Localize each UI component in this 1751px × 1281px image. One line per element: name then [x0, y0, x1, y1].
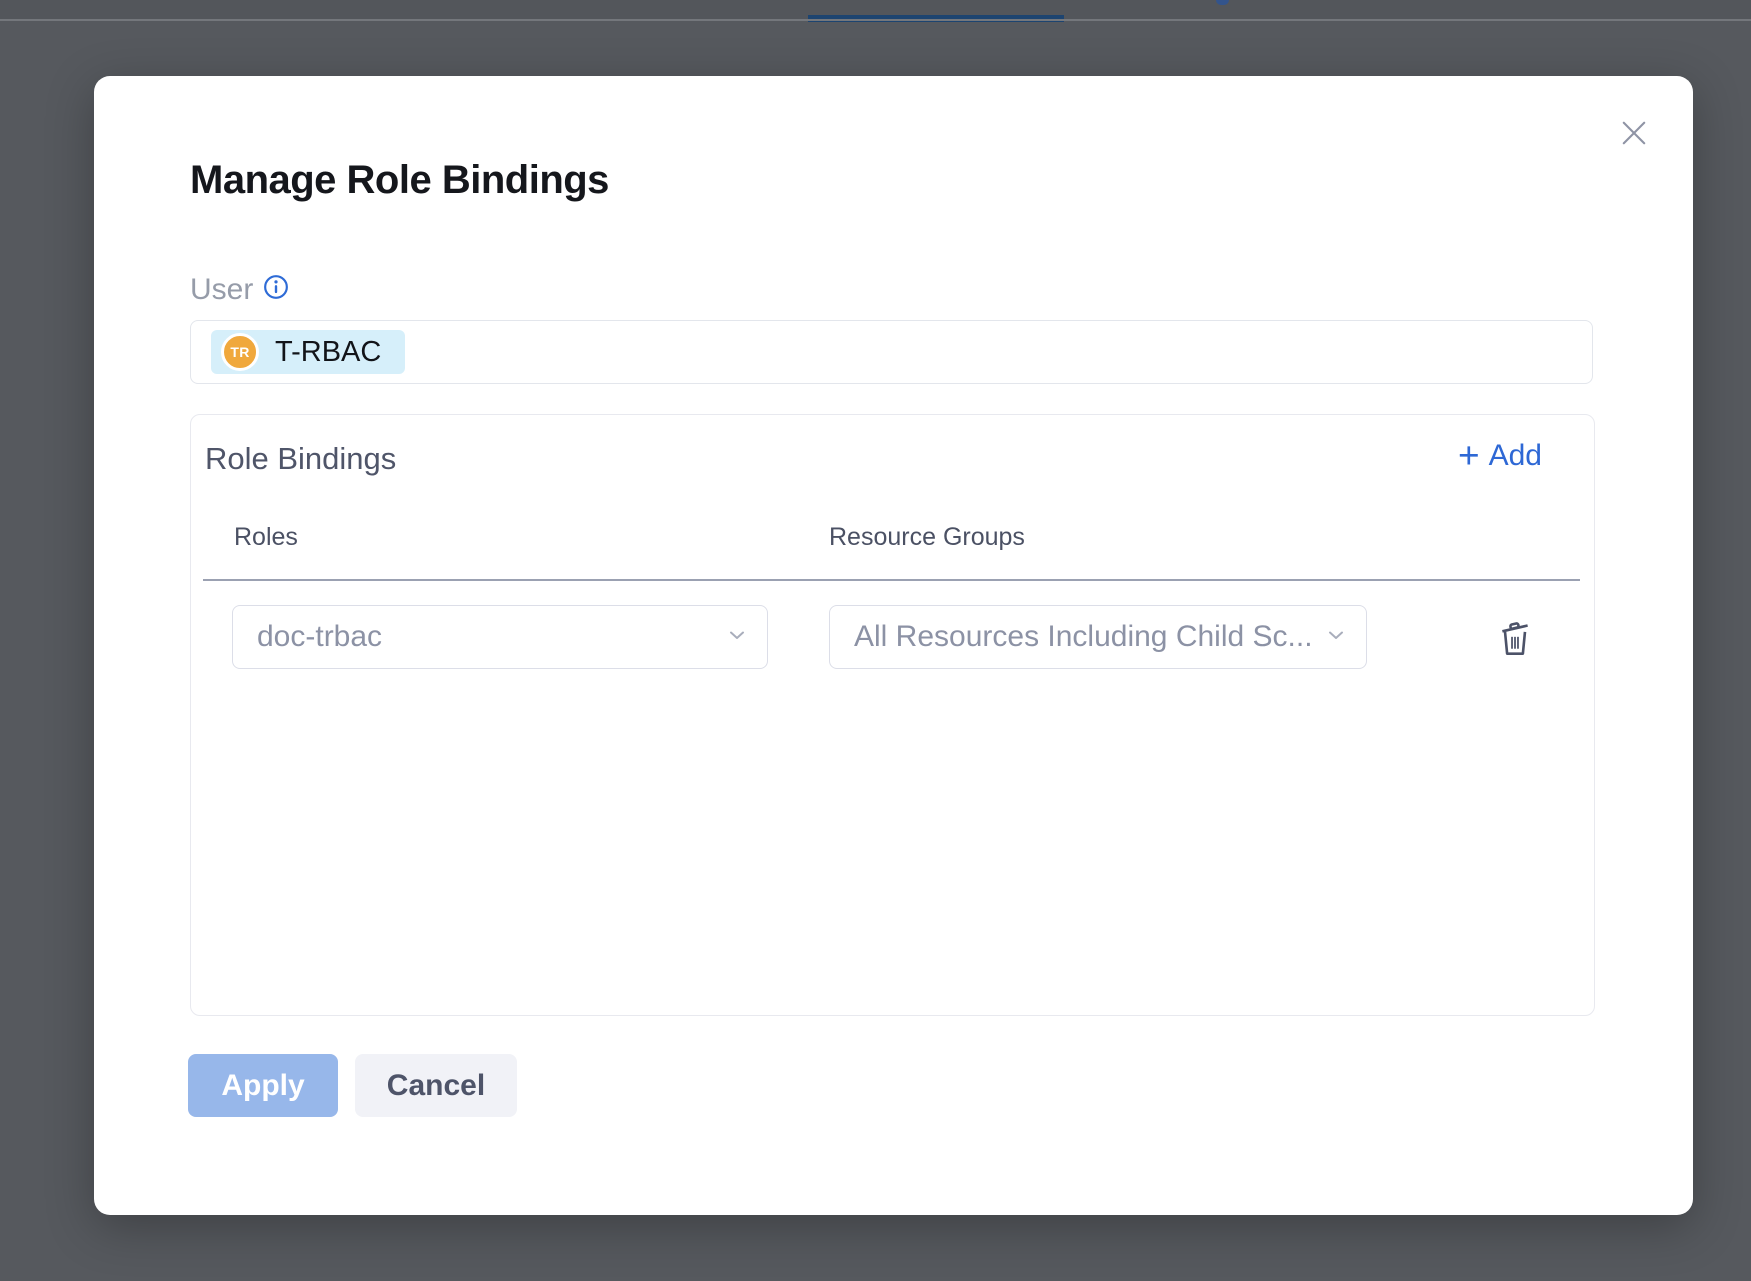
table-header-divider [203, 579, 1580, 581]
user-field[interactable]: TR T-RBAC [190, 320, 1593, 384]
role-binding-row: doc-trbac All Resources Including Child … [191, 605, 1594, 671]
resource-group-select[interactable]: All Resources Including Child Sc... [829, 605, 1367, 669]
plus-icon: + [1458, 441, 1480, 471]
info-icon [263, 288, 289, 303]
selected-user-chip: TR T-RBAC [211, 330, 405, 374]
cancel-button[interactable]: Cancel [355, 1054, 517, 1117]
modal-title: Manage Role Bindings [190, 158, 609, 203]
add-role-binding-button[interactable]: + Add [1458, 439, 1542, 473]
role-bindings-title: Role Bindings [205, 441, 396, 477]
apply-button[interactable]: Apply [188, 1054, 338, 1117]
user-label-row: User [190, 274, 289, 306]
screen: Manage Role Bindings User TR T-RBAC R [0, 0, 1751, 1281]
manage-role-bindings-modal: Manage Role Bindings User TR T-RBAC R [94, 76, 1693, 1215]
close-button[interactable] [1616, 115, 1652, 151]
chevron-down-icon [1324, 623, 1348, 652]
user-field-label: User [190, 274, 253, 306]
delete-role-binding-button[interactable] [1494, 613, 1536, 663]
user-avatar: TR [221, 333, 259, 371]
user-info-button[interactable] [263, 274, 289, 300]
add-button-label: Add [1489, 439, 1542, 473]
role-bindings-card: Role Bindings + Add Roles Resource Group… [190, 414, 1595, 1016]
trash-icon [1494, 649, 1536, 664]
column-header-roles: Roles [234, 523, 298, 552]
user-name: T-RBAC [275, 336, 381, 369]
resource-group-select-value: All Resources Including Child Sc... [854, 620, 1313, 654]
column-header-resource-groups: Resource Groups [829, 523, 1025, 552]
tab-bar-divider [0, 19, 1751, 21]
role-select[interactable]: doc-trbac [232, 605, 768, 669]
role-select-value: doc-trbac [257, 620, 382, 654]
chevron-down-icon [725, 623, 749, 652]
close-icon [1616, 139, 1652, 154]
